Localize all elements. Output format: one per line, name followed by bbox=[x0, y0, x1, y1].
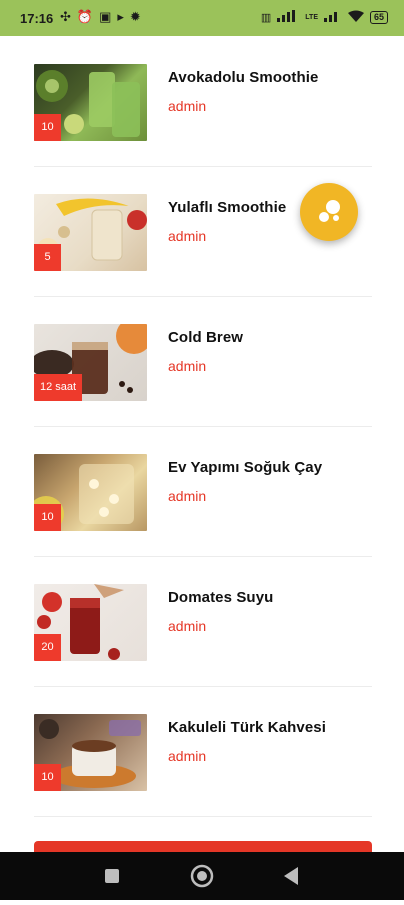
divider bbox=[34, 816, 372, 817]
recipe-title[interactable]: Avokadolu Smoothie bbox=[168, 69, 318, 86]
time-badge: 10 bbox=[34, 764, 61, 791]
avocado-smoothie-image[interactable]: 10 bbox=[34, 64, 147, 141]
time-badge: 12 saat bbox=[34, 374, 83, 401]
recipe-title[interactable]: Kakuleli Türk Kahvesi bbox=[168, 719, 326, 736]
back-icon bbox=[284, 867, 298, 885]
home-button[interactable] bbox=[178, 852, 226, 900]
fan-icon: ✣ bbox=[60, 9, 71, 24]
recipe-author[interactable]: admin bbox=[168, 748, 206, 764]
status-bar: 17:16 ✣ ⏰ ▣ ▸ ✹ ▥ LTE 65 bbox=[0, 0, 404, 36]
recent-apps-button[interactable] bbox=[88, 852, 136, 900]
recipe-item[interactable]: 10 Avokadolu Smoothie admin bbox=[34, 36, 372, 167]
time-badge: 5 bbox=[34, 244, 61, 271]
recipe-list[interactable]: 10 Avokadolu Smoothie admin 5 Yulaflı Sm… bbox=[0, 36, 404, 852]
recipe-item[interactable]: 12 saat Cold Brew admin bbox=[34, 296, 372, 427]
recipe-author[interactable]: admin bbox=[168, 488, 206, 504]
wifi-icon bbox=[347, 10, 364, 25]
recipe-title[interactable]: Ev Yapımı Soğuk Çay bbox=[168, 459, 322, 476]
recent-apps-icon bbox=[105, 869, 119, 883]
sim-card-icon: ▣ bbox=[99, 9, 112, 24]
recipe-author[interactable]: admin bbox=[168, 228, 206, 244]
recipe-title[interactable]: Cold Brew bbox=[168, 329, 243, 346]
signal-icon bbox=[277, 10, 299, 25]
tomato-juice-image[interactable]: 20 bbox=[34, 584, 147, 661]
recipe-item[interactable]: 10 Ev Yapımı Soğuk Çay admin bbox=[34, 426, 372, 557]
home-icon bbox=[190, 864, 214, 888]
status-time: 17:16 bbox=[20, 11, 54, 26]
alarm-icon: ⏰ bbox=[76, 9, 94, 24]
status-left-icons: ✣ ⏰ ▣ ▸ ✹ bbox=[60, 9, 141, 25]
recipe-item[interactable]: 20 Domates Suyu admin bbox=[34, 556, 372, 687]
oat-smoothie-image[interactable]: 5 bbox=[34, 194, 147, 271]
play-icon: ▸ bbox=[117, 9, 124, 24]
turkish-coffee-image[interactable]: 10 bbox=[34, 714, 147, 791]
recipe-author[interactable]: admin bbox=[168, 618, 206, 634]
system-nav-bar bbox=[0, 852, 404, 900]
recipe-author[interactable]: admin bbox=[168, 98, 206, 114]
recipe-author[interactable]: admin bbox=[168, 358, 206, 374]
floating-action-button[interactable] bbox=[300, 183, 358, 241]
cold-brew-image[interactable]: 12 saat bbox=[34, 324, 147, 401]
back-button[interactable] bbox=[268, 852, 316, 900]
time-badge: 10 bbox=[34, 114, 61, 141]
settings-icon: ✹ bbox=[129, 9, 141, 24]
iced-tea-image[interactable]: 10 bbox=[34, 454, 147, 531]
bubbles-icon bbox=[319, 200, 340, 222]
signal-icon-2 bbox=[323, 10, 342, 25]
vibrate-icon: ▥ bbox=[260, 12, 272, 24]
battery-icon: 65 bbox=[369, 11, 388, 24]
time-badge: 10 bbox=[34, 504, 61, 531]
recipe-title[interactable]: Yulaflı Smoothie bbox=[168, 199, 286, 216]
recipe-item[interactable]: 10 Kakuleli Türk Kahvesi admin bbox=[34, 686, 372, 817]
time-badge: 20 bbox=[34, 634, 61, 661]
recipe-title[interactable]: Domates Suyu bbox=[168, 589, 273, 606]
network-type-label: LTE bbox=[305, 14, 318, 21]
status-right-icons: ▥ LTE 65 bbox=[261, 10, 388, 25]
